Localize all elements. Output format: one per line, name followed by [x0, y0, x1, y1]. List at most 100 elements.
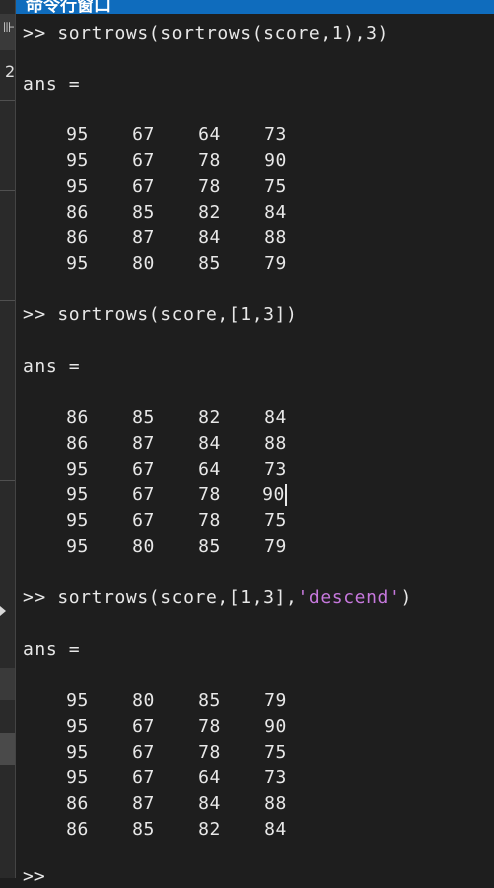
matrix-cell: 86	[66, 227, 89, 248]
matrix-cell: 85	[198, 690, 221, 711]
command-text: sortrows(sortrows(score,1),3)	[57, 23, 389, 44]
matrix-cell: 64	[198, 767, 221, 788]
matrix-cell: 82	[198, 202, 221, 223]
matrix-cell: 67	[132, 510, 155, 531]
panel-border	[15, 0, 16, 878]
matrix-cell: 84	[264, 202, 287, 223]
command-line: >> sortrows(score,[1,3],'descend')	[23, 587, 412, 609]
matrix-cell: 64	[198, 124, 221, 145]
matrix-cell: 87	[132, 433, 155, 454]
matrix-cell: 73	[264, 124, 287, 145]
ans-label: ans =	[23, 356, 81, 377]
matrix-cell: 87	[132, 793, 155, 814]
matrix-cell: 67	[132, 176, 155, 197]
matrix-cell: 95	[66, 124, 89, 145]
matrix-cell: 84	[264, 407, 287, 428]
matrix-cell: 73	[264, 767, 287, 788]
matrix-cell: 80	[132, 690, 155, 711]
expand-arrow-icon[interactable]	[0, 606, 6, 616]
ans-label: ans =	[23, 74, 81, 95]
matrix-cell: 95	[66, 536, 89, 557]
panel-button[interactable]	[0, 733, 15, 765]
matrix-cell: 64	[198, 459, 221, 480]
matrix-cell: 85	[132, 407, 155, 428]
matrix-cell: 78	[198, 716, 221, 737]
ans-label: ans =	[23, 639, 81, 660]
matrix-cell: 90	[264, 716, 287, 737]
matrix-cell: 75	[264, 176, 287, 197]
matrix-cell: 95	[66, 150, 89, 171]
matrix-cell: 95	[66, 459, 89, 480]
matrix-cell: 88	[264, 433, 287, 454]
matrix-cell: 80	[132, 536, 155, 557]
window-title: 命令行窗口	[26, 0, 111, 14]
matrix-cell: 86	[66, 433, 89, 454]
matrix-cell: 95	[66, 176, 89, 197]
matrix-cell: 84	[264, 819, 287, 840]
matrix-cell: 88	[264, 227, 287, 248]
matrix-cell: 85	[198, 536, 221, 557]
matrix-cell: 95	[66, 742, 89, 763]
command-text: sortrows(score,[1,3],	[57, 587, 298, 608]
text-cursor	[285, 484, 287, 506]
matrix-cell: 67	[132, 742, 155, 763]
command-line: >> sortrows(sortrows(score,1),3)	[23, 23, 389, 45]
matrix-cell: 86	[66, 793, 89, 814]
matrix-cell: 86	[66, 819, 89, 840]
matrix-cell: 75	[264, 510, 287, 531]
prompt: >>	[23, 304, 46, 325]
matrix-cell: 78	[198, 176, 221, 197]
command-text: )	[400, 587, 412, 608]
command-text: sortrows(score,[1,3])	[57, 304, 298, 325]
panel-tab-icon: ⊪	[3, 20, 16, 36]
matrix-cell: 78	[198, 150, 221, 171]
matrix-cell: 85	[132, 819, 155, 840]
matrix-cell: 85	[198, 253, 221, 274]
prompt: >>	[23, 587, 46, 608]
matrix-cell: 95	[66, 690, 89, 711]
matrix-cell: 79	[264, 690, 287, 711]
matrix-cell: 67	[132, 124, 155, 145]
matrix-cell: 84	[198, 227, 221, 248]
left-panel-strip: ⊪ 2	[0, 0, 16, 878]
row-number: 2	[5, 62, 16, 81]
divider	[0, 300, 15, 301]
command-string-literal: 'descend'	[297, 587, 401, 608]
window-titlebar[interactable]: 命令行窗口	[16, 0, 494, 14]
matrix-cell: 67	[132, 484, 155, 505]
matrix-cell: 73	[264, 459, 287, 480]
matrix-cell: 67	[132, 716, 155, 737]
command-line: >> sortrows(score,[1,3])	[23, 304, 298, 326]
matrix-cell: 80	[132, 253, 155, 274]
divider	[0, 190, 15, 191]
panel-button[interactable]	[0, 668, 15, 700]
next-prompt[interactable]: >>	[23, 866, 45, 888]
matrix-cell: 87	[132, 227, 155, 248]
matrix-cell: 78	[198, 742, 221, 763]
prompt: >>	[23, 23, 46, 44]
matrix-cell: 95	[66, 253, 89, 274]
matrix-cell: 67	[132, 767, 155, 788]
matrix-cell: 79	[264, 253, 287, 274]
matrix-cell: 95	[66, 716, 89, 737]
matrix-cell: 75	[264, 742, 287, 763]
matrix-cell: 95	[66, 484, 89, 505]
matrix-cell: 67	[132, 459, 155, 480]
divider	[0, 100, 15, 101]
matrix-cell: 84	[198, 433, 221, 454]
matrix-cell: 78	[198, 484, 221, 505]
matrix-cell: 82	[198, 407, 221, 428]
panel-tab[interactable]: ⊪	[0, 14, 15, 50]
matrix-cell: 67	[132, 150, 155, 171]
matrix-cell: 82	[198, 819, 221, 840]
matrix-cell: 79	[264, 536, 287, 557]
matrix-cell: 78	[198, 510, 221, 531]
matrix-cell: 86	[66, 202, 89, 223]
divider	[0, 480, 15, 481]
matrix-cell: 95	[66, 510, 89, 531]
matrix-cell: 84	[198, 793, 221, 814]
matrix-cell: 88	[264, 793, 287, 814]
matrix-cell: 85	[132, 202, 155, 223]
matrix-cell: 90	[264, 150, 287, 171]
matrix-cell: 86	[66, 407, 89, 428]
